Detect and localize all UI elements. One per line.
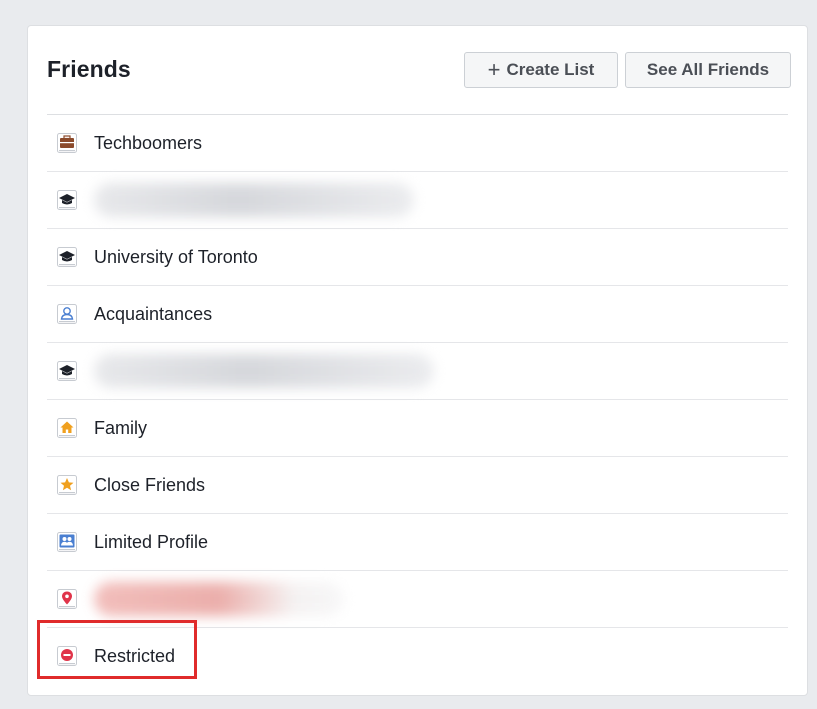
list-item-label: Family (94, 417, 147, 438)
list-item-label: Close Friends (94, 474, 206, 495)
redacted-label (94, 582, 344, 616)
briefcase-icon (56, 132, 78, 154)
list-item-limited-profile[interactable]: Limited Profile (47, 514, 788, 571)
friends-panel: Friends + Create List See All Friends Te… (27, 25, 808, 696)
list-item-label: Limited Profile (94, 531, 209, 552)
redacted-label (94, 183, 414, 217)
plus-icon: + (487, 57, 501, 82)
person-outline-icon (56, 303, 78, 325)
list-item-family[interactable]: Family (47, 400, 788, 457)
people-icon (56, 531, 78, 553)
list-item-label: University of Toronto (94, 246, 258, 267)
list-item-label: Acquaintances (94, 303, 213, 324)
see-all-friends-button[interactable]: See All Friends (625, 52, 791, 88)
friends-header: Friends + Create List See All Friends (28, 26, 807, 114)
list-item-redacted[interactable] (47, 172, 788, 229)
list-item-university-of-toronto[interactable]: University of Toronto (47, 229, 788, 286)
list-item-restricted[interactable]: Restricted (47, 628, 788, 684)
graduation-cap-icon (56, 189, 78, 211)
list-item-close-friends[interactable]: Close Friends (47, 457, 788, 514)
graduation-cap-icon (56, 246, 78, 268)
list-item-redacted[interactable] (47, 343, 788, 400)
friend-lists: Techboomers University of Toronto Acquai… (47, 114, 788, 684)
redacted-label (94, 354, 434, 388)
graduation-cap-icon (56, 360, 78, 382)
star-icon (56, 474, 78, 496)
list-item-label: Techboomers (94, 132, 203, 153)
location-pin-icon (56, 588, 78, 610)
no-entry-icon (56, 645, 78, 667)
house-icon (56, 417, 78, 439)
list-item-acquaintances[interactable]: Acquaintances (47, 286, 788, 343)
list-item-redacted[interactable] (47, 571, 788, 628)
create-list-button[interactable]: + Create List (464, 52, 618, 88)
list-item-techboomers[interactable]: Techboomers (47, 115, 788, 172)
page-title: Friends (47, 56, 131, 82)
list-item-label: Restricted (94, 645, 176, 666)
create-list-label: Create List (506, 60, 595, 79)
